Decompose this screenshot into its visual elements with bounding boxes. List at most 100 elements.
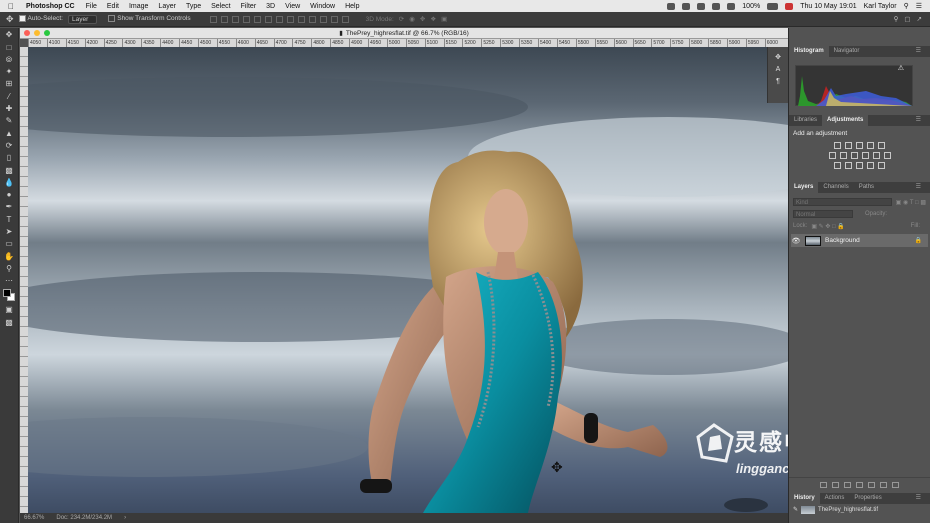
workspace-icon[interactable]: ▢ — [904, 15, 910, 23]
levels-icon[interactable] — [845, 142, 852, 149]
flag-icon[interactable] — [785, 2, 794, 10]
tab-properties[interactable]: Properties — [849, 493, 886, 504]
panel-menu-icon[interactable]: ☰ — [911, 115, 926, 126]
eraser-tool-icon[interactable]: ▯ — [4, 152, 15, 163]
black-white-icon[interactable] — [850, 152, 858, 159]
move-panel-icon[interactable]: ✥ — [775, 53, 781, 61]
path-select-tool-icon[interactable]: ➤ — [4, 226, 15, 237]
hue-saturation-icon[interactable] — [828, 152, 836, 159]
panel-menu-icon[interactable]: ☰ — [911, 182, 926, 193]
clone-stamp-tool-icon[interactable]: ▲ — [4, 128, 15, 139]
distribute-right-icon[interactable] — [330, 15, 338, 23]
menu-3d[interactable]: 3D — [266, 3, 275, 10]
tab-histogram[interactable]: Histogram — [789, 46, 829, 57]
new-adjustment-icon[interactable] — [856, 481, 863, 488]
distribute-bottom-icon[interactable] — [297, 15, 305, 23]
notification-center-icon[interactable]: ☰ — [916, 2, 922, 10]
selective-color-icon[interactable] — [878, 162, 885, 169]
photo-filter-icon[interactable] — [861, 152, 869, 159]
spotlight-icon[interactable]: ⚲ — [904, 2, 909, 10]
horizontal-ruler[interactable]: 4050 4100 4150 4200 4250 4300 4350 4400 4450 4500… — [28, 39, 788, 47]
tab-libraries[interactable]: Libraries — [789, 115, 822, 126]
menu-view[interactable]: View — [285, 3, 300, 10]
brush-tool-icon[interactable]: ✎ — [4, 115, 15, 126]
tab-channels[interactable]: Channels — [818, 182, 853, 193]
battery-icon[interactable] — [767, 2, 779, 10]
3d-slide-icon[interactable]: ❖ — [430, 15, 436, 23]
type-tool-icon[interactable]: T — [4, 214, 15, 225]
close-window-button[interactable] — [24, 30, 30, 36]
layer-background[interactable]: 👁 Background 🔒 — [791, 234, 928, 247]
menu-edit[interactable]: Edit — [107, 3, 119, 10]
panel-menu-icon[interactable]: ☰ — [911, 493, 926, 504]
healing-brush-tool-icon[interactable]: ✚ — [4, 103, 15, 114]
menu-window[interactable]: Window — [310, 3, 335, 10]
align-vcenter-icon[interactable] — [220, 15, 228, 23]
tab-history[interactable]: History — [789, 493, 820, 504]
menu-image[interactable]: Image — [129, 3, 148, 10]
document-tab[interactable]: ▮ ThePrey_highresflat.tif @ 66.7% (RGB/1… — [20, 28, 788, 39]
delete-layer-icon[interactable] — [892, 481, 899, 488]
new-layer-icon[interactable] — [880, 481, 887, 488]
exposure-icon[interactable] — [867, 142, 874, 149]
brightness-icon[interactable] — [834, 142, 841, 149]
new-group-icon[interactable] — [868, 481, 875, 488]
invert-icon[interactable] — [834, 162, 841, 169]
distribute-hcenter-icon[interactable] — [319, 15, 327, 23]
menu-filter[interactable]: Filter — [241, 3, 257, 10]
history-brush-tool-icon[interactable]: ⟳ — [4, 140, 15, 151]
posterize-icon[interactable] — [845, 162, 852, 169]
filter-icons[interactable]: ▣ ◉ T □ ▩ — [896, 199, 926, 206]
lasso-tool-icon[interactable]: ⦾ — [4, 54, 15, 65]
color-swatches[interactable] — [3, 289, 15, 302]
auto-select-checkbox[interactable] — [18, 15, 26, 23]
image-canvas[interactable]: ✥ 灵感中国 lingganchina.com — [28, 47, 788, 513]
gradient-map-icon[interactable] — [867, 162, 874, 169]
warning-icon[interactable]: ⚠ — [898, 64, 904, 72]
vibrance-icon[interactable] — [878, 142, 885, 149]
blur-tool-icon[interactable]: 💧 — [4, 177, 15, 188]
transform-controls-toggle[interactable]: Show Transform Controls — [108, 15, 191, 23]
channel-mixer-icon[interactable] — [872, 152, 880, 159]
more-tools-icon[interactable]: ⋯ — [4, 275, 15, 286]
marquee-tool-icon[interactable]: □ — [4, 42, 15, 53]
wifi-icon[interactable] — [727, 2, 736, 10]
layer-style-icon[interactable] — [832, 481, 839, 488]
tab-actions[interactable]: Actions — [820, 493, 850, 504]
align-bottom-icon[interactable] — [231, 15, 239, 23]
airplay-icon[interactable] — [712, 2, 721, 10]
distribute-top-icon[interactable] — [275, 15, 283, 23]
color-balance-icon[interactable] — [839, 152, 847, 159]
display-icon[interactable] — [697, 2, 706, 10]
paragraph-panel-icon[interactable]: ¶ — [776, 78, 780, 85]
transform-checkbox[interactable] — [108, 15, 116, 23]
foreground-color[interactable] — [3, 289, 11, 298]
layer-filter-dropdown[interactable]: Kind — [793, 198, 892, 206]
move-tool-icon[interactable]: ✥ — [4, 29, 15, 40]
menu-help[interactable]: Help — [345, 3, 359, 10]
curves-icon[interactable] — [856, 142, 863, 149]
app-menu[interactable]: Photoshop CC — [26, 3, 75, 10]
history-brush-source-icon[interactable]: ✎ — [793, 506, 798, 513]
blend-mode-dropdown[interactable]: Normal — [793, 210, 853, 218]
3d-drag-icon[interactable]: ✥ — [420, 15, 425, 23]
user-name[interactable]: Karl Taylor — [864, 3, 897, 10]
search-icon[interactable]: ⚲ — [894, 15, 899, 23]
auto-select-toggle[interactable]: Auto-Select: — [18, 15, 63, 23]
3d-rotate-icon[interactable]: ⟳ — [399, 15, 404, 23]
crop-tool-icon[interactable]: ⊞ — [4, 78, 15, 89]
vertical-ruler[interactable] — [20, 47, 28, 513]
menu-type[interactable]: Type — [186, 3, 201, 10]
pen-tool-icon[interactable]: ✒ — [4, 201, 15, 212]
hand-tool-icon[interactable]: ✋ — [4, 251, 15, 262]
eyedropper-tool-icon[interactable]: ⁄ — [4, 91, 15, 102]
move-tool-icon[interactable]: ✥ — [6, 14, 14, 25]
add-mask-icon[interactable] — [844, 481, 851, 488]
layer-name[interactable]: Background — [825, 237, 860, 244]
threshold-icon[interactable] — [856, 162, 863, 169]
quick-select-tool-icon[interactable]: ✦ — [4, 66, 15, 77]
3d-roll-icon[interactable]: ◉ — [409, 15, 415, 23]
menu-select[interactable]: Select — [211, 3, 230, 10]
character-panel-icon[interactable]: A — [776, 66, 781, 73]
minimize-window-button[interactable] — [34, 30, 40, 36]
